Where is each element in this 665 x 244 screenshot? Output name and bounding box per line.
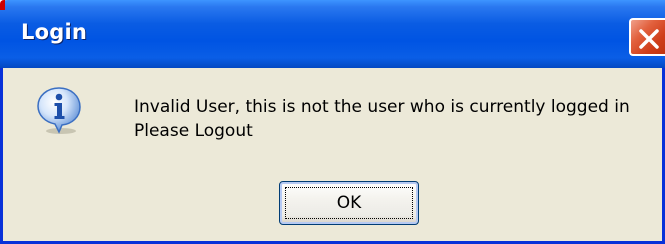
dialog-body: Invalid User, this is not the user who i… — [3, 68, 662, 241]
dialog-title: Login — [21, 20, 87, 44]
login-dialog: Login Invalid User, this is not the user… — [0, 0, 665, 244]
info-icon — [37, 87, 81, 134]
ok-button[interactable]: OK — [279, 181, 419, 225]
title-bar-corner — [0, 0, 5, 10]
close-button[interactable] — [629, 18, 665, 56]
title-bar[interactable]: Login — [0, 0, 665, 68]
error-message: Invalid User, this is not the user who i… — [134, 97, 630, 117]
ok-button-label: OK — [336, 193, 362, 213]
logout-instruction: Please Logout — [134, 121, 253, 141]
close-icon — [639, 29, 659, 49]
